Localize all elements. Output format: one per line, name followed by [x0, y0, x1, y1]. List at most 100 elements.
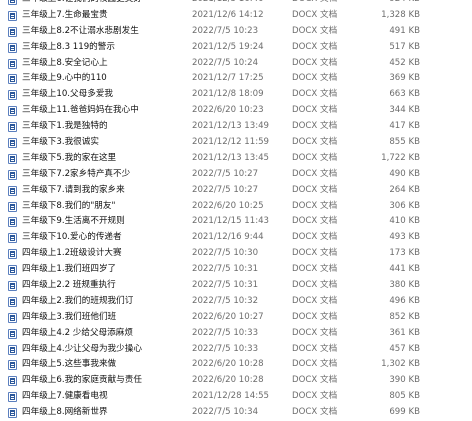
file-name: 四年级上6.我的家庭贡献与责任 [22, 375, 142, 386]
file-modified-date: 2022/7/5 10:33 [192, 327, 259, 338]
file-size: 452 KB [389, 57, 420, 68]
docx-file-icon [8, 328, 17, 339]
file-type: DOCX 文档 [292, 248, 338, 259]
file-type: DOCX 文档 [292, 407, 338, 418]
file-size: 173 KB [389, 248, 420, 259]
file-type: DOCX 文档 [292, 89, 338, 100]
docx-file-icon [8, 74, 17, 85]
file-row[interactable]: 三年级下10.爱心的传递者 2021/12/16 9:44 DOCX 文档 493 K… [0, 230, 472, 246]
docx-file-icon [8, 376, 17, 387]
file-type: DOCX 文档 [292, 343, 338, 354]
docx-file-icon [8, 360, 17, 371]
file-size: 852 KB [389, 311, 420, 322]
file-row[interactable]: 四年级上3.我们班他们班 2022/6/20 10:27 DOCX 文档 852 KB [0, 310, 472, 326]
file-type: DOCX 文档 [292, 327, 338, 338]
file-row[interactable]: 三年级上10.父母多爱我 2021/12/8 18:09 DOCX 文档 663 KB [0, 87, 472, 103]
file-name: 四年级上4.少让父母为我少操心 [22, 343, 142, 354]
file-name: 三年级下10.爱心的传递者 [22, 232, 122, 243]
file-row[interactable]: 四年级上2.我们的班规我们订 2022/7/5 10:32 DOCX 文档 496 K… [0, 294, 472, 310]
file-modified-date: 2021/12/8 18:09 [192, 89, 264, 100]
file-type: DOCX 文档 [292, 295, 338, 306]
file-modified-date: 2022/7/5 10:23 [192, 25, 259, 36]
file-size: 699 KB [389, 407, 420, 418]
file-row[interactable]: 三年级下8.我们的"朋友" 2022/6/20 10:25 DOCX 文档 306 K… [0, 199, 472, 215]
file-row[interactable]: 四年级上6.我的家庭贡献与责任 2022/6/20 10:28 DOCX 文档 390… [0, 373, 472, 389]
file-type: DOCX 文档 [292, 359, 338, 370]
file-name: 四年级上3.我们班他们班 [22, 311, 117, 322]
docx-file-icon [8, 392, 17, 403]
file-size: 417 KB [389, 121, 420, 132]
file-row[interactable]: 四年级上5.这些事我来做 2022/6/20 10:28 DOCX 文档 1,302 … [0, 357, 472, 373]
file-size: 663 KB [389, 89, 420, 100]
file-type: DOCX 文档 [292, 216, 338, 227]
file-name: 三年级下7.请到我的家乡来 [22, 184, 125, 195]
file-modified-date: 2022/7/5 10:27 [192, 184, 259, 195]
file-modified-date: 2022/7/5 10:31 [192, 264, 259, 275]
docx-file-icon [8, 0, 17, 5]
docx-file-icon [8, 106, 17, 117]
file-row[interactable]: 三年级上9.心中的110 2021/12/7 17:25 DOCX 文档 369 KB [0, 71, 472, 87]
file-row[interactable]: 三年级上8.3 119的警示 2021/12/5 19:24 DOCX 文档 517 … [0, 40, 472, 56]
file-row[interactable]: 四年级上4.少让父母为我少操心 2022/7/5 10:33 DOCX 文档 457 … [0, 342, 472, 358]
file-type: DOCX 文档 [292, 391, 338, 402]
docx-file-icon [8, 296, 17, 307]
docx-file-icon [8, 185, 17, 196]
file-row[interactable]: 四年级上1.2班级设计大赛 2022/7/5 10:30 DOCX 文档 173 KB [0, 246, 472, 262]
docx-file-icon [8, 58, 17, 69]
file-type: DOCX 文档 [292, 200, 338, 211]
file-name: 四年级上4.2 少给父母添麻烦 [22, 327, 133, 338]
file-name: 三年级上11.爸爸妈妈在我心中 [22, 105, 139, 116]
file-name: 三年级下5.我的家在这里 [22, 152, 117, 163]
file-row[interactable]: 三年级下5.我的家在这里 2021/12/13 13:45 DOCX 文档 1,722… [0, 151, 472, 167]
file-row[interactable]: 四年级上2.2 班规重执行 2022/7/5 10:31 DOCX 文档 380 KB [0, 278, 472, 294]
file-row[interactable]: 四年级上8.网络新世界 2022/7/5 10:34 DOCX 文档 699 KB [0, 405, 472, 421]
file-type: DOCX 文档 [292, 184, 338, 195]
docx-file-icon [8, 344, 17, 355]
docx-file-icon [8, 312, 17, 323]
docx-file-icon [8, 138, 17, 149]
file-row[interactable]: 三年级下7.2家乡特产真不少 2022/7/5 10:27 DOCX 文档 490 K… [0, 167, 472, 183]
file-modified-date: 2021/12/13 13:45 [192, 152, 270, 163]
file-size: 264 KB [389, 184, 420, 195]
file-size: 457 KB [389, 343, 420, 354]
file-size: 344 KB [389, 105, 420, 116]
file-type: DOCX 文档 [292, 152, 338, 163]
file-modified-date: 2022/7/5 10:27 [192, 168, 259, 179]
file-row[interactable]: 三年级下7.请到我的家乡来 2022/7/5 10:27 DOCX 文档 264 KB [0, 183, 472, 199]
file-size: 496 KB [389, 295, 420, 306]
docx-file-icon [8, 265, 17, 276]
file-type: DOCX 文档 [292, 232, 338, 243]
file-size: 855 KB [389, 137, 420, 148]
file-size: 924 KB [372, 0, 420, 8]
file-name: 三年级上8.3 119的警示 [22, 41, 115, 52]
file-modified-date: 2021/12/5 19:24 [192, 41, 264, 52]
file-modified-date: 2021/12/13 13:49 [192, 121, 270, 132]
file-row[interactable]: 三年级下1.我是独特的 2021/12/13 13:49 DOCX 文档 417 KB [0, 119, 472, 135]
file-modified-date: 2022/6/20 10:28 [192, 375, 264, 386]
docx-file-icon [8, 26, 17, 37]
file-row[interactable]: 四年级上7.健康看电视 2021/12/28 14:55 DOCX 文档 805 KB [0, 389, 472, 405]
file-name: 四年级上2.2 班规重执行 [22, 280, 116, 291]
file-name: 四年级上8.网络新世界 [22, 407, 108, 418]
file-size: 361 KB [389, 327, 420, 338]
file-row[interactable]: 三年级上6.让我们的校园更美好 2021/12/5 16:40 DOCX 文档924… [0, 0, 472, 8]
file-row[interactable]: 四年级上4.2 少给父母添麻烦 2022/7/5 10:33 DOCX 文档 361 … [0, 326, 472, 342]
file-size: 1,328 KB [381, 9, 420, 20]
docx-file-icon [8, 233, 17, 244]
docx-file-icon [8, 217, 17, 228]
file-modified-date: 2022/7/5 10:33 [192, 343, 259, 354]
file-size: 805 KB [389, 391, 420, 402]
file-row[interactable]: 三年级下9.生活离不开规则 2021/12/15 11:43 DOCX 文档 410 … [0, 214, 472, 230]
file-row[interactable]: 三年级上7.生命最宝贵 2021/12/6 14:12 DOCX 文档 1,328 K… [0, 8, 472, 24]
file-type: DOCX 文档 [292, 73, 338, 84]
file-name: 三年级下7.2家乡特产真不少 [22, 168, 131, 179]
file-row[interactable]: 三年级上8.2不让溺水悲剧发生 2022/7/5 10:23 DOCX 文档 491 … [0, 24, 472, 40]
file-row[interactable]: 三年级上8.安全记心上 2022/7/5 10:24 DOCX 文档 452 KB [0, 56, 472, 72]
file-row[interactable]: 四年级上1.我们班四岁了 2022/7/5 10:31 DOCX 文档 441 KB [0, 262, 472, 278]
file-name: 四年级上5.这些事我来做 [22, 359, 117, 370]
file-row[interactable]: 三年级下3.我很诚实 2021/12/12 11:59 DOCX 文档 855 KB [0, 135, 472, 151]
file-list: 三年级上6.让我们的校园更美好2021/12/5 16:40DOCX 文档924… [0, 0, 472, 421]
file-modified-date: 2022/6/20 10:25 [192, 200, 264, 211]
file-size: 491 KB [389, 25, 420, 36]
file-row[interactable]: 三年级上11.爸爸妈妈在我心中 2022/6/20 10:23 DOCX 文档 344… [0, 103, 472, 119]
